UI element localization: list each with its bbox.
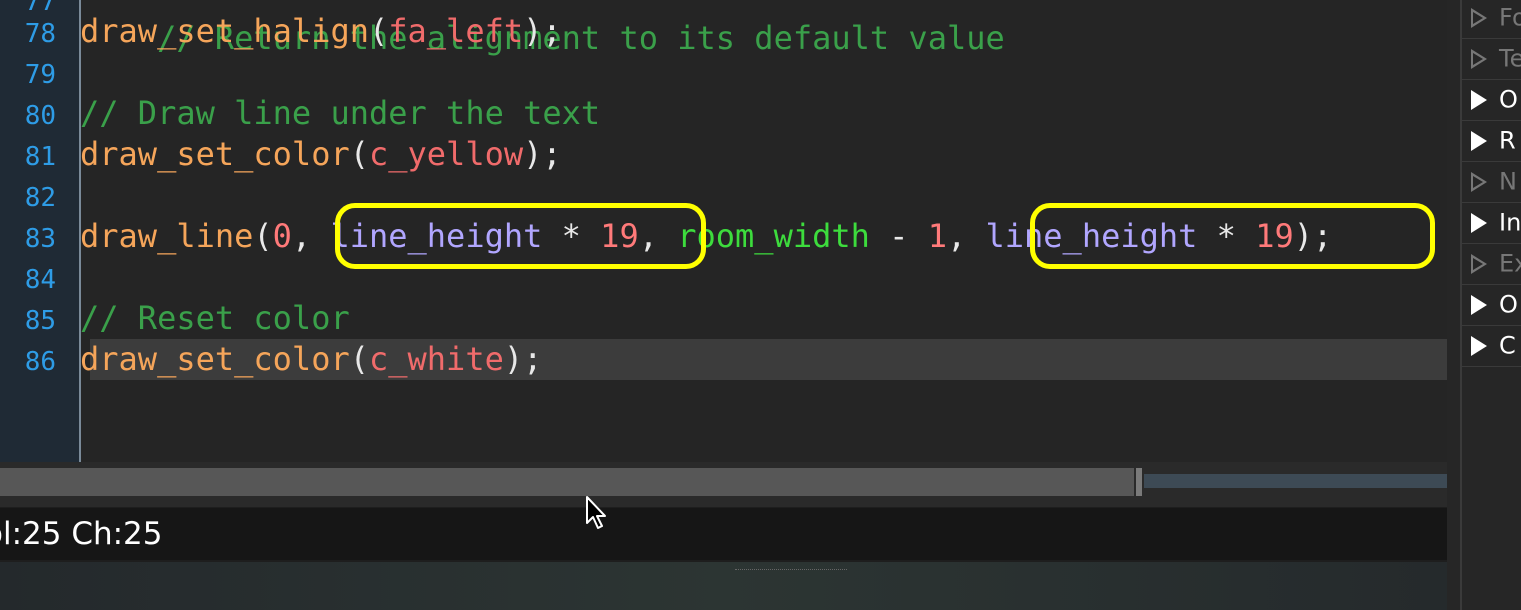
- panel-item-label: Fo: [1499, 3, 1521, 32]
- punctuation: );: [523, 135, 562, 173]
- status-bar: [0, 508, 1447, 560]
- panel-item: Te: [1471, 38, 1521, 79]
- number-literal: 0: [272, 217, 292, 255]
- line-number: 78: [24, 19, 56, 49]
- mouse-pointer-icon: [586, 496, 606, 529]
- expand-triangle-icon: [1471, 254, 1487, 274]
- function-name: draw_set_halign: [80, 12, 369, 50]
- expand-triangle-icon: [1471, 295, 1487, 315]
- expand-triangle-icon: [1471, 90, 1487, 110]
- panel-item[interactable]: O: [1471, 284, 1521, 325]
- function-name: draw_set_color: [80, 340, 350, 378]
- punctuation: (: [349, 340, 369, 378]
- expand-triangle-icon: [1471, 213, 1487, 233]
- function-name: draw_line: [80, 217, 254, 255]
- panel-item-label: In: [1499, 208, 1521, 237]
- expand-triangle-icon: [1471, 131, 1487, 151]
- punctuation: );: [503, 340, 543, 378]
- panel-item-label: O: [1499, 85, 1518, 114]
- line-number: 80: [24, 101, 56, 131]
- expand-triangle-icon: [1471, 336, 1487, 356]
- builtin-variable: room_width: [677, 217, 870, 255]
- line-number: 86: [24, 347, 56, 377]
- scrollbar-divider: [1136, 468, 1142, 496]
- operator: -: [869, 217, 928, 255]
- divider: [1462, 366, 1521, 367]
- expand-triangle-icon: [1471, 49, 1487, 69]
- panel-item[interactable]: O: [1471, 79, 1521, 120]
- punctuation: (: [253, 217, 273, 255]
- comment: // Reset color: [80, 299, 350, 337]
- punctuation: ,: [946, 217, 986, 255]
- bottom-panel: [0, 562, 1447, 610]
- highlight-box-second-arg: [1030, 203, 1435, 269]
- punctuation: (: [349, 135, 369, 173]
- code-line-86[interactable]: draw_set_color(c_white);: [80, 339, 542, 380]
- line-number: 85: [24, 306, 56, 336]
- punctuation: );: [523, 12, 562, 50]
- line-number: 83: [24, 224, 56, 254]
- panel-item-label: C: [1499, 331, 1516, 360]
- number-literal: 1: [927, 217, 947, 255]
- code-line-80[interactable]: // Draw line under the text: [80, 93, 600, 134]
- constant: c_white: [368, 340, 504, 378]
- code-line-78[interactable]: draw_set_halign(fa_left);: [80, 11, 562, 52]
- panel-divider: [1460, 0, 1462, 610]
- comment: // Draw line under the text: [80, 94, 601, 132]
- panel-item-label: Te: [1499, 44, 1521, 73]
- line-number: 79: [24, 60, 56, 90]
- cursor-position-text: ol:25 Ch:25: [0, 516, 163, 552]
- constant: c_yellow: [368, 135, 524, 173]
- line-number: 82: [24, 183, 56, 213]
- panel-item: Fo: [1471, 0, 1521, 38]
- panel-item: N: [1471, 161, 1521, 202]
- scrollbar-thumb[interactable]: [0, 468, 1134, 496]
- panel-item-label: O: [1499, 290, 1518, 319]
- punctuation: (: [368, 12, 389, 50]
- expand-triangle-icon: [1471, 172, 1487, 192]
- scrollbar-track-remainder[interactable]: [1144, 474, 1447, 488]
- line-number-gutter: 77 78 79 80 81 82 83 84 85 86: [0, 0, 80, 462]
- panel-item: Ex: [1471, 243, 1521, 284]
- panel-item-label: Ex: [1499, 249, 1521, 278]
- code-line-85[interactable]: // Reset color: [80, 298, 350, 339]
- expand-triangle-icon: [1471, 8, 1487, 28]
- code-editor[interactable]: 77 78 79 80 81 82 83 84 85 86 // Return …: [0, 0, 1447, 462]
- panel-item-label: N: [1499, 167, 1517, 196]
- code-line-81[interactable]: draw_set_color(c_yellow);: [80, 134, 562, 175]
- line-number: 81: [24, 142, 56, 172]
- panel-item[interactable]: C: [1471, 325, 1521, 366]
- function-name: draw_set_color: [80, 135, 350, 173]
- panel-item[interactable]: In: [1471, 202, 1521, 243]
- line-number: 84: [24, 265, 56, 295]
- panel-item[interactable]: R: [1471, 120, 1521, 161]
- punctuation: ,: [291, 217, 331, 255]
- constant: fa_left: [388, 12, 524, 50]
- highlight-box-first-arg: [335, 203, 706, 269]
- panel-item-label: R: [1499, 126, 1516, 155]
- resize-grip-icon[interactable]: [735, 569, 847, 573]
